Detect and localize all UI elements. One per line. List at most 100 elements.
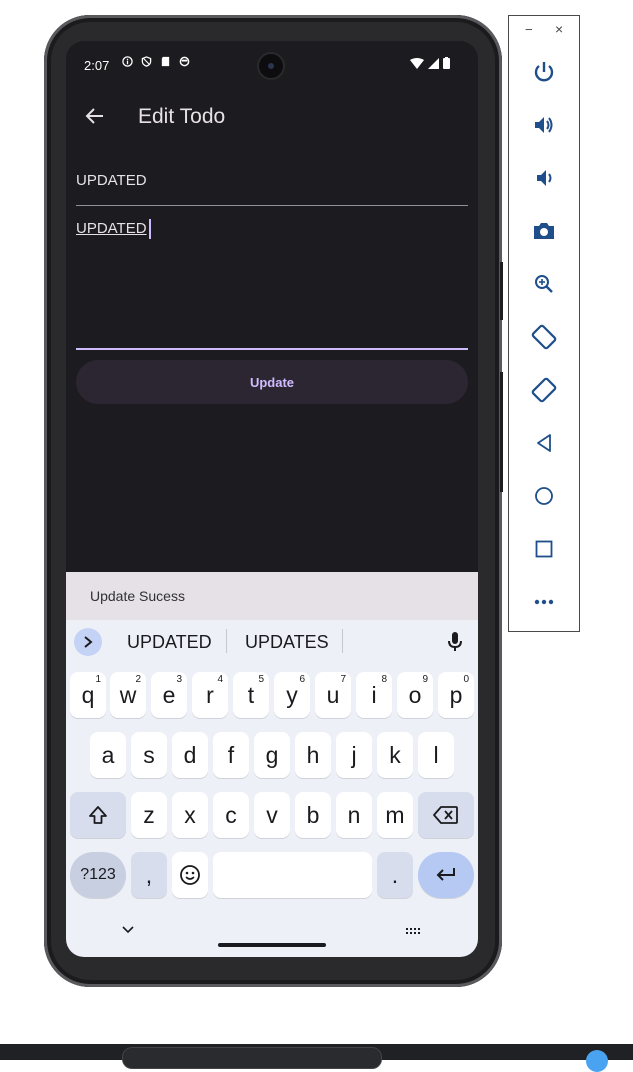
key-l[interactable]: l bbox=[418, 732, 454, 778]
signal-icon bbox=[428, 57, 439, 69]
suggestion-1[interactable]: UPDATED bbox=[127, 632, 212, 653]
page-title: Edit Todo bbox=[138, 105, 226, 128]
key-b[interactable]: b bbox=[295, 792, 331, 838]
phone-power-button bbox=[500, 262, 503, 320]
suggestion-divider bbox=[342, 629, 343, 653]
symbols-key[interactable]: ?123 bbox=[70, 852, 126, 898]
sd-card-icon bbox=[161, 56, 170, 67]
key-label: u bbox=[326, 681, 340, 708]
keyboard-switch-icon[interactable] bbox=[405, 927, 423, 937]
overview-icon bbox=[535, 540, 553, 558]
key-label: o bbox=[408, 681, 422, 708]
text-cursor bbox=[149, 219, 151, 239]
key-j[interactable]: j bbox=[336, 732, 372, 778]
key-o[interactable]: o9 bbox=[397, 672, 433, 718]
key-t[interactable]: t5 bbox=[233, 672, 269, 718]
key-s[interactable]: s bbox=[131, 732, 167, 778]
camera-icon bbox=[534, 223, 554, 239]
back-button[interactable] bbox=[528, 427, 560, 459]
description-field[interactable]: UPDATED bbox=[76, 211, 468, 350]
volume-down-button[interactable] bbox=[528, 162, 560, 194]
status-system-icons bbox=[410, 57, 450, 69]
key-n[interactable]: n bbox=[336, 792, 372, 838]
wifi-icon bbox=[410, 57, 424, 69]
phone-volume-button bbox=[500, 372, 503, 492]
backspace-icon bbox=[433, 806, 458, 824]
title-field[interactable]: UPDATED bbox=[76, 167, 468, 206]
key-m[interactable]: m bbox=[377, 792, 413, 838]
zoom-icon bbox=[535, 275, 553, 293]
home-button[interactable] bbox=[528, 480, 560, 512]
emoji-icon bbox=[180, 865, 200, 885]
key-p[interactable]: p0 bbox=[438, 672, 474, 718]
back-arrow-icon[interactable] bbox=[82, 103, 108, 129]
suggestion-strip: UPDATED UPDATES bbox=[66, 620, 478, 664]
volume-down-icon bbox=[537, 170, 552, 186]
home-icon bbox=[535, 487, 553, 505]
enter-icon bbox=[436, 868, 455, 881]
emoji-key[interactable] bbox=[172, 852, 208, 898]
zoom-button[interactable] bbox=[528, 268, 560, 300]
key-hint: 7 bbox=[340, 674, 346, 685]
key-e[interactable]: e3 bbox=[151, 672, 187, 718]
key-hint: 8 bbox=[381, 674, 387, 685]
snackbar: Update Sucess bbox=[66, 572, 478, 620]
rotate-left-icon bbox=[531, 324, 557, 350]
status-bar: 2:07 bbox=[66, 41, 478, 89]
minimize-button[interactable]: − bbox=[525, 22, 533, 37]
rotate-right-icon bbox=[531, 377, 557, 403]
key-i[interactable]: i8 bbox=[356, 672, 392, 718]
key-f[interactable]: f bbox=[213, 732, 249, 778]
key-label: p bbox=[449, 681, 463, 708]
screenshot-button[interactable] bbox=[528, 215, 560, 247]
key-r[interactable]: r4 bbox=[192, 672, 228, 718]
period-key[interactable]: . bbox=[377, 852, 413, 898]
key-hint: 9 bbox=[422, 674, 428, 685]
info-icon bbox=[122, 56, 133, 67]
shift-key[interactable] bbox=[70, 792, 126, 838]
key-d[interactable]: d bbox=[172, 732, 208, 778]
suggestion-expand-button[interactable] bbox=[74, 628, 102, 656]
space-key[interactable] bbox=[213, 852, 372, 898]
volume-up-button[interactable] bbox=[528, 109, 560, 141]
more-button[interactable] bbox=[528, 586, 560, 618]
back-icon bbox=[537, 434, 551, 452]
key-hint: 4 bbox=[217, 674, 223, 685]
key-w[interactable]: w2 bbox=[110, 672, 146, 718]
enter-key[interactable] bbox=[418, 852, 474, 898]
microphone-icon[interactable] bbox=[444, 630, 466, 654]
backspace-key[interactable] bbox=[418, 792, 474, 838]
power-icon bbox=[534, 62, 554, 82]
key-q[interactable]: q1 bbox=[70, 672, 106, 718]
key-g[interactable]: g bbox=[254, 732, 290, 778]
overview-button[interactable] bbox=[528, 533, 560, 565]
key-u[interactable]: u7 bbox=[315, 672, 351, 718]
home-gesture-pill[interactable] bbox=[218, 943, 326, 947]
rotate-left-button[interactable] bbox=[528, 321, 560, 353]
key-y[interactable]: y6 bbox=[274, 672, 310, 718]
key-c[interactable]: c bbox=[213, 792, 249, 838]
title-field-value: UPDATED bbox=[76, 172, 147, 189]
key-z[interactable]: z bbox=[131, 792, 167, 838]
key-a[interactable]: a bbox=[90, 732, 126, 778]
hide-keyboard-chevron-icon[interactable] bbox=[121, 925, 135, 935]
rotate-right-button[interactable] bbox=[528, 374, 560, 406]
snackbar-message: Update Sucess bbox=[90, 588, 185, 604]
suggestion-2[interactable]: UPDATES bbox=[245, 632, 329, 653]
key-label: q bbox=[81, 681, 95, 708]
power-button[interactable] bbox=[528, 56, 560, 88]
key-k[interactable]: k bbox=[377, 732, 413, 778]
key-h[interactable]: h bbox=[295, 732, 331, 778]
suggestion-divider bbox=[226, 629, 227, 653]
key-label: w bbox=[119, 681, 137, 708]
key-v[interactable]: v bbox=[254, 792, 290, 838]
close-button[interactable]: × bbox=[555, 21, 563, 37]
key-label: y bbox=[286, 681, 298, 708]
key-x[interactable]: x bbox=[172, 792, 208, 838]
battery-icon bbox=[443, 57, 450, 69]
update-button[interactable]: Update bbox=[76, 360, 468, 404]
comma-key[interactable]: , bbox=[131, 852, 167, 898]
host-search-box[interactable] bbox=[122, 1047, 382, 1069]
host-app-icon[interactable] bbox=[586, 1050, 608, 1072]
navigation-bar bbox=[66, 907, 478, 957]
